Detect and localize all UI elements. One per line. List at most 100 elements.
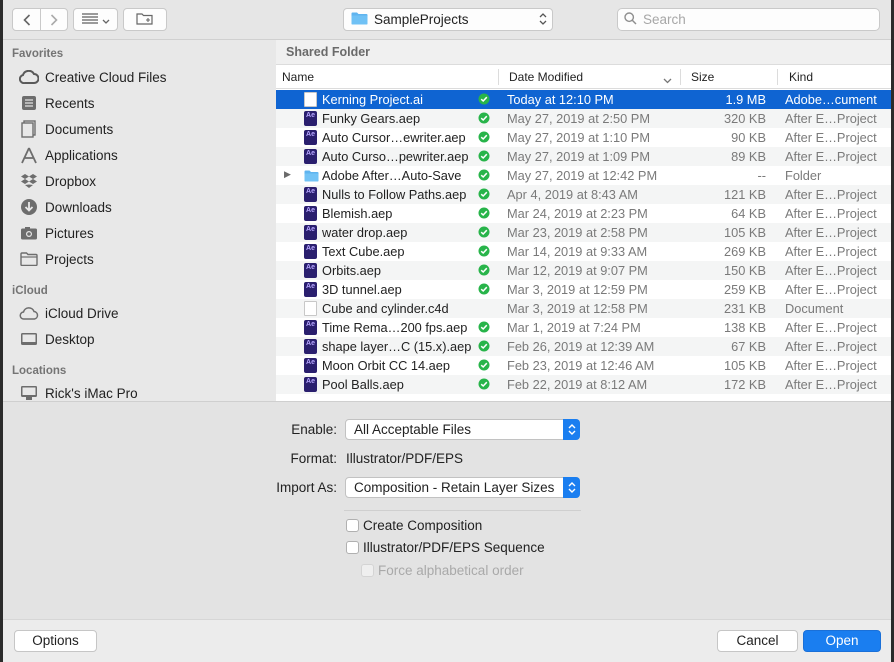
file-date: Feb 23, 2019 at 12:46 AM <box>507 358 655 373</box>
synced-checkmark-icon <box>478 321 490 333</box>
location-label: SampleProjects <box>374 12 469 27</box>
file-name: Adobe After…Auto-Save <box>322 168 462 183</box>
file-row[interactable]: ▶ Adobe After…Auto-Save May 27, 2019 at 12… <box>276 166 894 185</box>
file-kind: After E…Project <box>785 187 877 202</box>
open-button[interactable]: Open <box>803 630 881 652</box>
cancel-button[interactable]: Cancel <box>717 630 798 652</box>
file-row[interactable]: Ae Nulls to Follow Paths.aep Apr 4, 2019 a… <box>276 185 894 204</box>
after-effects-file-icon: Ae <box>304 111 317 126</box>
chevron-left-icon[interactable] <box>13 9 40 30</box>
file-row[interactable]: Ae Orbits.aep Mar 12, 2019 at 9:07 PM 150 K… <box>276 261 894 280</box>
file-kind: Adobe…cument <box>785 92 877 107</box>
file-row[interactable]: Ae Blemish.aep Mar 24, 2019 at 2:23 PM 64 K… <box>276 204 894 223</box>
create-composition-label: Create Composition <box>363 518 483 533</box>
synced-checkmark-icon <box>478 378 490 390</box>
sidebar-item-label: Downloads <box>45 199 112 215</box>
file-date: May 27, 2019 at 2:50 PM <box>507 111 650 126</box>
sidebar-item-documents[interactable]: Documents <box>18 118 113 140</box>
import-dialog: SampleProjects Search Favorites Creative… <box>3 0 894 662</box>
folder-icon <box>304 170 319 185</box>
file-kind: After E…Project <box>785 339 877 354</box>
sidebar-item-recents[interactable]: Recents <box>18 92 95 114</box>
sidebar-item-downloads[interactable]: Downloads <box>18 196 112 218</box>
column-header-kind[interactable]: Kind <box>783 65 893 89</box>
sort-chevron-icon <box>663 73 672 87</box>
search-field[interactable]: Search <box>617 8 880 31</box>
file-row[interactable]: Ae water drop.aep Mar 23, 2019 at 2:58 PM 1… <box>276 223 894 242</box>
list-view-icon <box>81 12 98 27</box>
chevron-down-icon <box>102 12 110 27</box>
file-name: Nulls to Follow Paths.aep <box>322 187 467 202</box>
options-divider <box>344 510 581 511</box>
file-size: 231 KB <box>724 301 766 316</box>
sidebar-item-dropbox[interactable]: Dropbox <box>18 170 96 192</box>
synced-checkmark-icon <box>478 283 490 295</box>
new-folder-icon <box>136 12 154 28</box>
synced-checkmark-icon <box>478 131 490 143</box>
sidebar-item-applications[interactable]: Applications <box>18 144 118 166</box>
file-row[interactable]: Ae Auto Cursor…ewriter.aep May 27, 2019 at… <box>276 128 894 147</box>
sidebar-item-label: Recents <box>45 95 95 111</box>
sidebar-item-pictures[interactable]: Pictures <box>18 222 94 244</box>
sidebar-item-creative-cloud-files[interactable]: Creative Cloud Files <box>18 66 167 88</box>
format-value: Illustrator/PDF/EPS <box>346 451 464 466</box>
file-row[interactable]: Ae Pool Balls.aep Feb 22, 2019 at 8:12 AM 1… <box>276 375 894 394</box>
force-alphabetical-checkbox[interactable] <box>361 564 374 577</box>
after-effects-file-icon: Ae <box>304 225 317 240</box>
file-row[interactable]: Ae Auto Curso…pewriter.aep May 27, 2019 at… <box>276 147 894 166</box>
file-name: shape layer…C (15.x).aep <box>322 339 472 354</box>
file-kind: After E…Project <box>785 130 877 145</box>
synced-checkmark-icon <box>478 188 490 200</box>
file-row[interactable]: Ae 3D tunnel.aep Mar 3, 2019 at 12:59 PM 25… <box>276 280 894 299</box>
synced-checkmark-icon <box>478 169 490 181</box>
file-kind: After E…Project <box>785 149 877 164</box>
location-popup[interactable]: SampleProjects <box>343 8 553 31</box>
sequence-checkbox[interactable] <box>346 541 359 554</box>
icloud-icon <box>18 303 40 323</box>
file-row[interactable]: Ae Time Rema…200 fps.aep Mar 1, 2019 at 7:… <box>276 318 894 337</box>
synced-checkmark-icon <box>478 340 490 352</box>
file-size: 90 KB <box>731 130 766 145</box>
view-options-button[interactable] <box>73 8 118 31</box>
chevron-right-icon[interactable] <box>40 9 67 30</box>
file-date: Feb 26, 2019 at 12:39 AM <box>507 339 655 354</box>
file-date: May 27, 2019 at 1:10 PM <box>507 130 650 145</box>
new-folder-button[interactable] <box>123 8 167 31</box>
file-kind: After E…Project <box>785 320 877 335</box>
options-button[interactable]: Options <box>14 630 97 652</box>
file-name: Blemish.aep <box>322 206 393 221</box>
file-row[interactable]: Ae shape layer…C (15.x).aep Feb 26, 2019 a… <box>276 337 894 356</box>
after-effects-file-icon: Ae <box>304 149 317 164</box>
disclosure-triangle-icon[interactable]: ▶ <box>284 169 291 180</box>
file-kind: After E…Project <box>785 263 877 278</box>
sidebar-item-label: Rick's iMac Pro <box>45 385 138 401</box>
column-header-date[interactable]: Date Modified <box>503 65 678 89</box>
document-file-icon <box>304 301 317 316</box>
file-row[interactable]: Kerning Project.ai Today at 12:10 PM 1.9 M… <box>276 90 894 109</box>
file-date: Mar 3, 2019 at 12:58 PM <box>507 301 648 316</box>
recents-icon <box>18 93 40 113</box>
file-size: 64 KB <box>731 206 766 221</box>
downloads-icon <box>18 197 40 217</box>
column-header-name[interactable]: Name <box>276 65 498 89</box>
sidebar-item-desktop[interactable]: Desktop <box>18 328 95 350</box>
enable-popup[interactable]: All Acceptable Files <box>345 419 580 440</box>
sidebar-item-imac[interactable]: Rick's iMac Pro <box>18 382 138 401</box>
column-header-size[interactable]: Size <box>685 65 777 89</box>
create-composition-checkbox[interactable] <box>346 519 359 532</box>
file-row[interactable]: Cube and cylinder.c4d Mar 3, 2019 at 12:5… <box>276 299 894 318</box>
file-row[interactable]: Ae Moon Orbit CC 14.aep Feb 23, 2019 at 12… <box>276 356 894 375</box>
after-effects-file-icon: Ae <box>304 282 317 297</box>
file-date: Mar 23, 2019 at 2:58 PM <box>507 225 648 240</box>
sidebar-item-projects[interactable]: Projects <box>18 248 94 270</box>
sidebar-item-icloud-drive[interactable]: iCloud Drive <box>18 302 119 324</box>
file-row[interactable]: Ae Text Cube.aep Mar 14, 2019 at 9:33 AM 26… <box>276 242 894 261</box>
file-row[interactable]: Ae Funky Gears.aep May 27, 2019 at 2:50 PM… <box>276 109 894 128</box>
after-effects-file-icon: Ae <box>304 206 317 221</box>
file-size: 269 KB <box>724 244 766 259</box>
import-as-popup[interactable]: Composition - Retain Layer Sizes <box>345 477 580 498</box>
file-kind: Document <box>785 301 844 316</box>
synced-checkmark-icon <box>478 93 490 105</box>
file-kind: After E…Project <box>785 358 877 373</box>
format-label: Format: <box>290 451 337 466</box>
